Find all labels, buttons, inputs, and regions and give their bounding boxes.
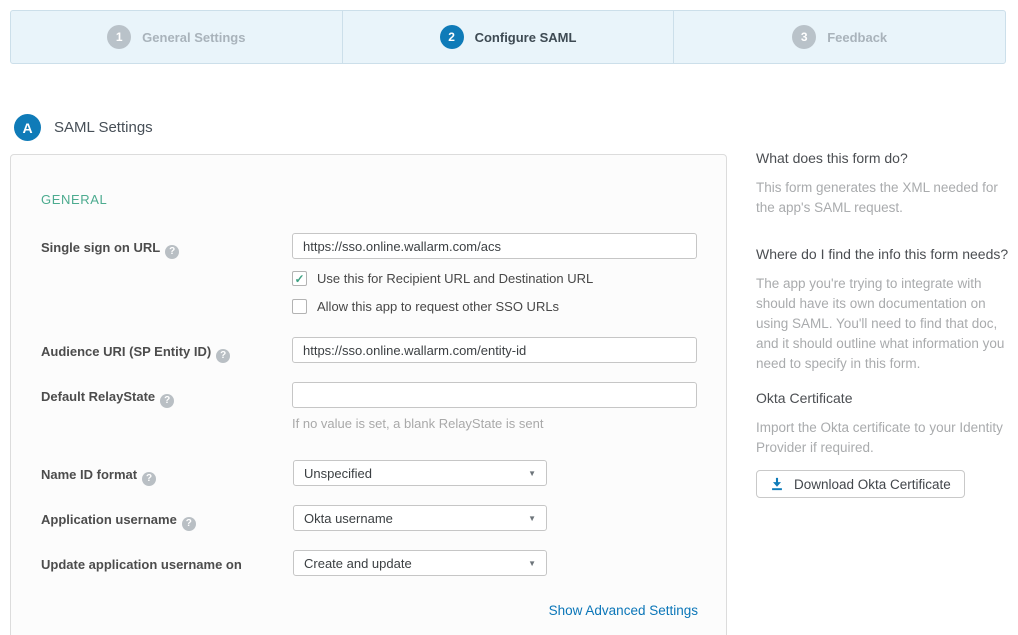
relay-state-label: Default RelayState xyxy=(41,382,292,431)
update-username-label-text: Update application username on xyxy=(41,557,242,572)
download-okta-certificate-button[interactable]: Download Okta Certificate xyxy=(756,470,965,498)
app-username-label-text: Application username xyxy=(41,512,177,527)
section-title: SAML Settings xyxy=(54,119,153,136)
sidebar-where-text: The app you're trying to integrate with … xyxy=(756,274,1014,374)
name-id-format-value: Unspecified xyxy=(304,466,372,481)
audience-uri-label: Audience URI (SP Entity ID) xyxy=(41,337,292,363)
sidebar-what-text: This form generates the XML needed for t… xyxy=(756,178,1014,218)
app-username-value: Okta username xyxy=(304,511,393,526)
help-icon[interactable] xyxy=(142,472,156,486)
audience-uri-label-text: Audience URI (SP Entity ID) xyxy=(41,344,211,359)
sidebar-what-heading: What does this form do? xyxy=(756,150,1014,166)
recipient-url-checkbox[interactable] xyxy=(292,271,307,286)
other-sso-checkbox-label: Allow this app to request other SSO URLs xyxy=(317,299,559,314)
relay-state-label-text: Default RelayState xyxy=(41,389,155,404)
download-button-label: Download Okta Certificate xyxy=(794,477,951,492)
update-username-label: Update application username on xyxy=(41,550,293,576)
section-a-badge: A xyxy=(14,114,41,141)
wizard-stepper: 1 General Settings 2 Configure SAML 3 Fe… xyxy=(10,10,1006,64)
saml-settings-panel: GENERAL Single sign on URL Use this for … xyxy=(10,154,727,635)
recipient-url-checkbox-row: Use this for Recipient URL and Destinati… xyxy=(292,271,697,286)
audience-uri-controls xyxy=(292,337,697,363)
update-username-select[interactable]: Create and update xyxy=(293,550,547,576)
audience-uri-input[interactable] xyxy=(292,337,697,363)
name-id-format-label: Name ID format xyxy=(41,460,293,486)
help-icon[interactable] xyxy=(160,394,174,408)
recipient-url-checkbox-label: Use this for Recipient URL and Destinati… xyxy=(317,271,593,286)
advanced-settings-row: Show Advanced Settings xyxy=(41,602,698,620)
help-icon[interactable] xyxy=(182,517,196,531)
help-icon[interactable] xyxy=(216,349,230,363)
name-id-format-label-text: Name ID format xyxy=(41,467,137,482)
other-sso-checkbox[interactable] xyxy=(292,299,307,314)
sso-url-input[interactable] xyxy=(292,233,697,259)
audience-uri-row: Audience URI (SP Entity ID) xyxy=(41,337,697,363)
step-3-label: Feedback xyxy=(827,30,887,45)
step-2-number-badge: 2 xyxy=(440,25,464,49)
sidebar-cert-heading: Okta Certificate xyxy=(756,390,1014,406)
name-id-format-select[interactable]: Unspecified xyxy=(293,460,547,486)
chevron-down-icon xyxy=(528,514,536,523)
update-username-row: Update application username on Create an… xyxy=(41,550,697,576)
chevron-down-icon xyxy=(528,559,536,568)
relay-state-row: Default RelayState If no value is set, a… xyxy=(41,382,697,431)
step-1-number-badge: 1 xyxy=(107,25,131,49)
app-username-select[interactable]: Okta username xyxy=(293,505,547,531)
sso-url-label: Single sign on URL xyxy=(41,233,292,314)
other-sso-checkbox-row: Allow this app to request other SSO URLs xyxy=(292,299,697,314)
sso-url-label-text: Single sign on URL xyxy=(41,240,160,255)
step-general-settings[interactable]: 1 General Settings xyxy=(11,11,342,63)
step-2-label: Configure SAML xyxy=(475,30,577,45)
configure-saml-page: 1 General Settings 2 Configure SAML 3 Fe… xyxy=(0,0,1018,635)
step-1-label: General Settings xyxy=(142,30,245,45)
help-sidebar: What does this form do? This form genera… xyxy=(756,150,1014,498)
relay-state-controls: If no value is set, a blank RelayState i… xyxy=(292,382,697,431)
step-feedback[interactable]: 3 Feedback xyxy=(673,11,1005,63)
show-advanced-settings-link[interactable]: Show Advanced Settings xyxy=(549,603,698,618)
general-group-heading: GENERAL xyxy=(41,192,697,207)
sso-url-row: Single sign on URL Use this for Recipien… xyxy=(41,233,697,314)
app-username-row: Application username Okta username xyxy=(41,505,697,531)
relay-state-hint: If no value is set, a blank RelayState i… xyxy=(292,416,697,431)
sidebar-where-heading: Where do I find the info this form needs… xyxy=(756,246,1014,262)
relay-state-input[interactable] xyxy=(292,382,697,408)
sso-url-controls: Use this for Recipient URL and Destinati… xyxy=(292,233,697,314)
download-icon xyxy=(770,477,784,491)
name-id-format-row: Name ID format Unspecified xyxy=(41,460,697,486)
app-username-label: Application username xyxy=(41,505,293,531)
sidebar-cert-text: Import the Okta certificate to your Iden… xyxy=(756,418,1014,458)
step-3-number-badge: 3 xyxy=(792,25,816,49)
saml-settings-header: A SAML Settings xyxy=(14,114,153,141)
help-icon[interactable] xyxy=(165,245,179,259)
step-configure-saml[interactable]: 2 Configure SAML xyxy=(342,11,674,63)
chevron-down-icon xyxy=(528,469,536,478)
update-username-value: Create and update xyxy=(304,556,412,571)
